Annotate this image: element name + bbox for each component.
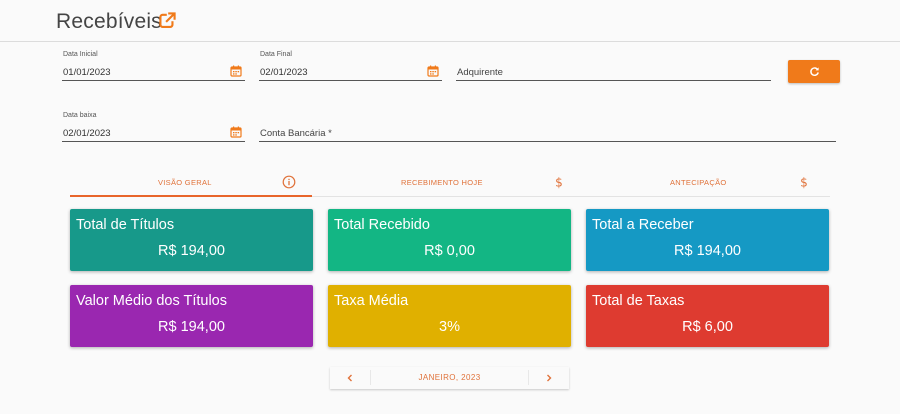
prev-month-button[interactable]: [330, 367, 370, 389]
data-final-field[interactable]: Data Final 02/01/2023: [259, 51, 442, 81]
dollar-icon: $: [800, 176, 808, 190]
refresh-button[interactable]: [788, 60, 840, 83]
info-icon: [282, 175, 296, 189]
card-value: R$ 194,00: [158, 243, 225, 259]
conta-bancaria-field[interactable]: Conta Bancária *: [259, 112, 836, 142]
data-baixa-value: 02/01/2023: [63, 128, 111, 139]
card-total-taxas: Total de Taxas R$ 6,00: [586, 285, 829, 347]
next-month-button[interactable]: [529, 367, 569, 389]
data-inicial-field[interactable]: Data Inicial 01/01/2023: [62, 51, 245, 81]
page-title: Recebíveis: [56, 10, 162, 33]
calendar-icon[interactable]: [230, 65, 242, 77]
tab-bar: VISÃO GERAL RECEBIMENTO HOJE $ ANTECIPAÇ…: [70, 168, 830, 197]
external-link-icon[interactable]: [159, 12, 176, 29]
tab-antecipacao[interactable]: ANTECIPAÇÃO $: [571, 168, 830, 197]
card-value: 3%: [439, 319, 460, 335]
conta-bancaria-placeholder: Conta Bancária *: [260, 128, 332, 139]
data-inicial-label: Data Inicial: [63, 51, 98, 58]
card-title: Total de Títulos: [76, 217, 175, 233]
data-final-value: 02/01/2023: [260, 67, 308, 78]
tab-recebimento-hoje[interactable]: RECEBIMENTO HOJE $: [312, 168, 571, 197]
card-value: R$ 6,00: [682, 319, 733, 335]
card-title: Total a Receber: [592, 217, 694, 233]
card-value: R$ 0,00: [424, 243, 475, 259]
adquirente-placeholder: Adquirente: [457, 67, 503, 78]
tab-label: ANTECIPAÇÃO: [670, 178, 727, 187]
card-title: Total Recebido: [334, 217, 430, 233]
tab-label: RECEBIMENTO HOJE: [401, 178, 483, 187]
card-title: Taxa Média: [334, 293, 409, 309]
card-value: R$ 194,00: [674, 243, 741, 259]
card-taxa-media: Taxa Média 3%: [328, 285, 571, 347]
card-title: Total de Taxas: [592, 293, 685, 309]
tab-label: VISÃO GERAL: [158, 178, 212, 187]
svg-text:$: $: [800, 176, 808, 190]
card-total-titulos: Total de Títulos R$ 194,00: [70, 209, 313, 271]
chevron-left-icon: [347, 374, 352, 382]
calendar-icon[interactable]: [427, 65, 439, 77]
card-valor-medio: Valor Médio dos Títulos R$ 194,00: [70, 285, 313, 347]
svg-text:$: $: [555, 176, 563, 190]
adquirente-field[interactable]: Adquirente: [456, 51, 771, 81]
chevron-right-icon: [547, 374, 552, 382]
dollar-icon: $: [555, 176, 563, 190]
data-baixa-field[interactable]: Data baixa 02/01/2023: [62, 112, 245, 142]
data-inicial-value: 01/01/2023: [63, 67, 111, 78]
page-header: Recebíveis: [0, 0, 900, 42]
card-value: R$ 194,00: [158, 319, 225, 335]
card-total-a-receber: Total a Receber R$ 194,00: [586, 209, 829, 271]
refresh-icon: [809, 67, 819, 77]
data-baixa-label: Data baixa: [63, 112, 97, 119]
card-total-recebido: Total Recebido R$ 0,00: [328, 209, 571, 271]
current-month-label: JANEIRO, 2023: [370, 370, 529, 385]
month-pager: JANEIRO, 2023: [330, 367, 569, 389]
tab-visao-geral[interactable]: VISÃO GERAL: [70, 168, 312, 197]
data-final-label: Data Final: [260, 51, 292, 58]
calendar-icon[interactable]: [230, 126, 242, 138]
card-title: Valor Médio dos Títulos: [76, 293, 227, 309]
